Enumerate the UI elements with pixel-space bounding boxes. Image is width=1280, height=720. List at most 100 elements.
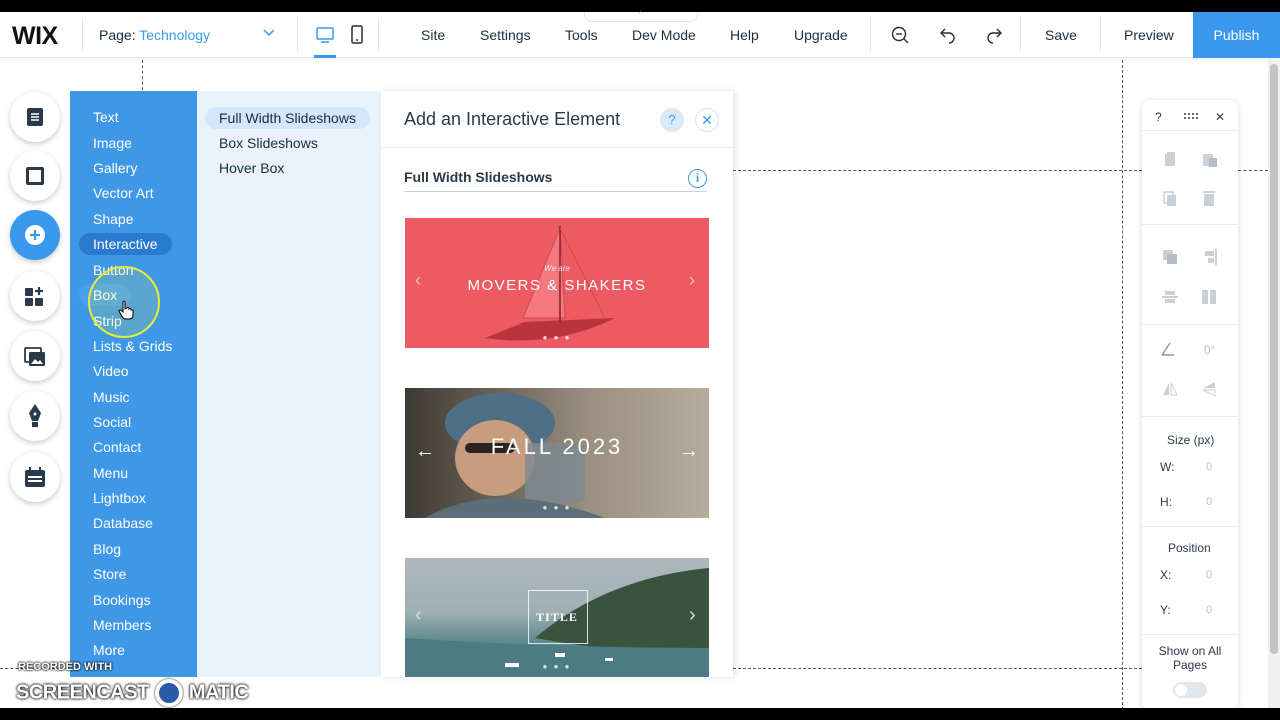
preview-button[interactable]: Preview (1124, 27, 1174, 43)
add-element-panel: Add an Interactive Element ? ✕ Full Widt… (381, 91, 733, 677)
app-market-icon (25, 287, 43, 306)
flip-vertical-icon[interactable] (1200, 380, 1218, 398)
add-button[interactable] (10, 210, 60, 260)
slide-caption: TITLE (536, 610, 578, 624)
divider (1142, 224, 1238, 225)
bookings-button[interactable] (10, 452, 60, 502)
category-store[interactable]: Store (93, 566, 126, 582)
category-vector-art[interactable]: Vector Art (93, 185, 154, 201)
slideshow-preset-title[interactable]: TITLE ‹ › ● ● ● (405, 558, 709, 677)
bookings-icon (25, 467, 45, 487)
subcategory-full-width-slideshows[interactable]: Full Width Slideshows (205, 107, 370, 129)
save-button[interactable]: Save (1045, 27, 1077, 43)
drag-handle-icon[interactable] (1182, 108, 1200, 126)
category-more[interactable]: More (93, 642, 125, 658)
menu-dev-mode[interactable]: Dev Mode (632, 27, 696, 43)
page-selector[interactable]: Page: Technology (99, 27, 210, 43)
divider (1142, 416, 1238, 417)
rotation-value[interactable]: 0° (1204, 343, 1215, 357)
menu-upgrade[interactable]: Upgrade (794, 27, 848, 43)
watermark-screencast: SCREENCAST (16, 681, 149, 704)
category-contact[interactable]: Contact (93, 439, 141, 455)
show-on-all-pages-toggle[interactable] (1173, 682, 1207, 698)
category-interactive[interactable]: Interactive (79, 233, 172, 255)
slideshow-preset-movers-shakers[interactable]: We are MOVERS & SHAKERS ‹ › ● ● ● (405, 218, 709, 348)
close-button[interactable]: ✕ (695, 108, 719, 132)
height-label: H: (1160, 495, 1172, 509)
show-on-all-pages-label: Show on All Pages (1158, 644, 1222, 672)
category-database[interactable]: Database (93, 515, 153, 531)
hand-cursor-icon (118, 300, 134, 320)
slide-dots: ● ● ● (542, 662, 572, 671)
wix-logo: WIX (12, 22, 58, 50)
category-text[interactable]: Text (93, 109, 119, 125)
align-right-icon[interactable] (1200, 248, 1218, 266)
copy-icon[interactable] (1161, 150, 1179, 168)
category-social[interactable]: Social (93, 414, 131, 430)
chevron-down-icon[interactable] (262, 25, 276, 39)
width-input[interactable]: 0 (1206, 461, 1212, 473)
zoom-out-icon[interactable] (890, 25, 910, 45)
arrange-icon[interactable] (1161, 248, 1179, 266)
watermark-matic: MATIC (188, 681, 249, 704)
x-input[interactable]: 0 (1206, 569, 1212, 581)
desktop-view-button[interactable] (312, 20, 338, 58)
arrow-right-icon: → (679, 440, 699, 462)
category-music[interactable]: Music (93, 389, 130, 405)
vertical-scrollbar[interactable] (1268, 60, 1280, 710)
collapse-topbar-handle[interactable]: ⌃ (584, 9, 698, 22)
category-gallery[interactable]: Gallery (93, 160, 137, 176)
add-icon (25, 225, 45, 245)
redo-icon[interactable] (985, 25, 1005, 45)
menu-tools[interactable]: Tools (565, 27, 598, 43)
page-name: Technology (139, 27, 211, 43)
menu-site[interactable]: Site (421, 27, 445, 43)
category-members[interactable]: Members (93, 617, 151, 633)
category-lightbox[interactable]: Lightbox (93, 490, 146, 506)
divider (1142, 130, 1238, 131)
duplicate-icon[interactable] (1161, 189, 1179, 207)
divider (1142, 634, 1238, 635)
category-image[interactable]: Image (93, 135, 132, 151)
media-button[interactable] (10, 331, 60, 381)
menu-help[interactable]: Help (730, 27, 759, 43)
divider (1020, 18, 1021, 52)
delete-icon[interactable] (1200, 189, 1218, 207)
menu-settings[interactable]: Settings (480, 27, 531, 43)
app-market-button[interactable] (10, 271, 60, 321)
info-icon[interactable]: i (688, 169, 707, 188)
slide-subtitle: We are (544, 264, 570, 273)
mobile-view-button[interactable] (344, 20, 370, 50)
distribute-icon[interactable] (1161, 288, 1179, 306)
slideshow-preset-fall[interactable]: FALL 2023 ← → ● ● ● (405, 388, 709, 518)
close-button[interactable]: ✕ (1215, 110, 1225, 124)
category-menu[interactable]: Menu (93, 465, 128, 481)
divider (378, 18, 379, 52)
subcategory-hover-box[interactable]: Hover Box (219, 160, 284, 176)
canvas-guide (733, 170, 1142, 171)
category-bookings[interactable]: Bookings (93, 592, 151, 608)
canvas-guide (1238, 170, 1268, 171)
divider (381, 147, 733, 148)
y-input[interactable]: 0 (1206, 604, 1212, 616)
match-size-icon[interactable] (1200, 288, 1218, 306)
publish-button[interactable]: Publish (1193, 12, 1280, 58)
undo-icon[interactable] (937, 25, 957, 45)
category-video[interactable]: Video (93, 363, 129, 379)
mobile-icon (351, 25, 363, 44)
background-button[interactable] (10, 151, 60, 201)
chevron-right-icon: › (689, 270, 695, 290)
category-lists-grids[interactable]: Lists & Grids (93, 338, 172, 354)
scrollbar-thumb[interactable] (1270, 64, 1278, 654)
category-shape[interactable]: Shape (93, 211, 133, 227)
category-blog[interactable]: Blog (93, 541, 121, 557)
help-button[interactable]: ? (660, 108, 684, 132)
subcategory-box-slideshows[interactable]: Box Slideshows (219, 135, 318, 151)
help-button[interactable]: ? (1155, 110, 1162, 124)
flip-horizontal-icon[interactable] (1161, 380, 1179, 398)
height-input[interactable]: 0 (1206, 496, 1212, 508)
paste-icon[interactable] (1200, 150, 1218, 168)
pages-button[interactable] (10, 92, 60, 142)
blog-button[interactable] (10, 391, 60, 441)
rotate-angle-icon[interactable] (1159, 340, 1177, 358)
